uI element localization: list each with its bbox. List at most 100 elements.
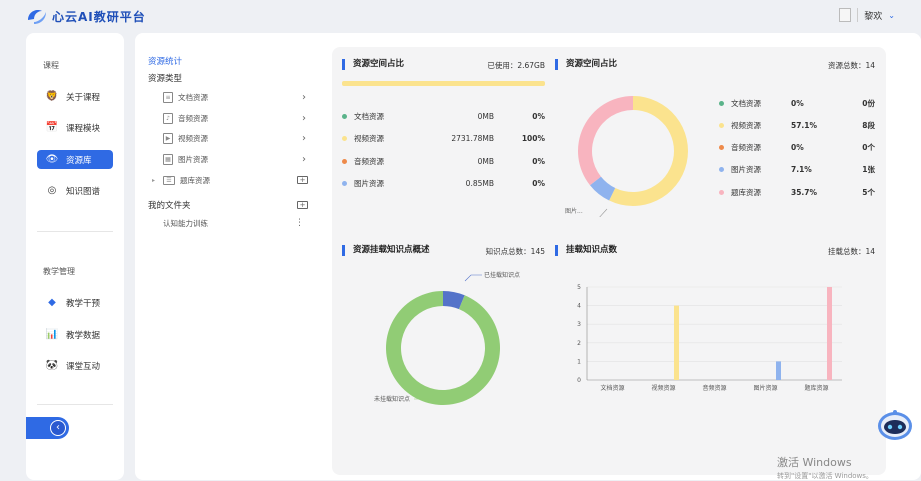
donut-slice[interactable]	[578, 96, 633, 186]
target-icon: ◎	[47, 185, 57, 196]
x-tick-label: 文档资源	[600, 384, 624, 392]
row-name: 题库资源	[731, 187, 761, 197]
row-size: 0MB	[477, 156, 494, 166]
section-title-teaching: 教学管理	[43, 267, 75, 276]
collapse-sidebar-button[interactable]: ‹	[26, 417, 69, 439]
bar[interactable]	[674, 305, 679, 380]
avatar[interactable]	[839, 8, 852, 22]
storage-progress-bar	[342, 81, 545, 86]
chevron-right-icon[interactable]: ›	[302, 113, 306, 124]
tree-item-label: 音频资源	[178, 113, 208, 123]
y-tick-label: 1	[577, 358, 581, 365]
bar[interactable]	[827, 287, 832, 380]
resource-legend-row: 音频资源 0% 0个	[719, 142, 875, 154]
row-pct: 0%	[532, 156, 545, 166]
mounted-label: 已挂载知识点	[484, 271, 520, 279]
chevron-right-icon[interactable]: ›	[302, 92, 306, 103]
row-size: 0MB	[477, 111, 494, 121]
audio-file-icon: ♪	[163, 112, 173, 124]
chevron-right-icon[interactable]: ›	[302, 133, 306, 144]
resource-donut-chart: 图片...	[565, 96, 688, 217]
user-name[interactable]: 黎欢	[864, 9, 882, 22]
storage-row: 文档资源 0MB 0%	[342, 110, 545, 122]
sidebar-item-knowledge-graph[interactable]: ◎ 知识图谱	[37, 181, 113, 200]
chevron-right-icon[interactable]: ›	[302, 154, 306, 165]
tree-item-audio[interactable]: ♪ 音频资源 ›	[148, 108, 308, 129]
row-pct: 0%	[532, 179, 545, 188]
resource-stats-link[interactable]: 资源统计	[148, 55, 308, 67]
tree-item-label: 图片资源	[178, 154, 208, 164]
x-tick-label: 题库资源	[804, 384, 828, 392]
ai-assistant-robot-icon[interactable]	[876, 408, 914, 442]
y-tick-label: 4	[577, 303, 581, 310]
app-logo[interactable]: 心云AI教研平台	[26, 6, 146, 26]
my-folder-heading[interactable]: 我的文件夹 +	[148, 194, 308, 215]
watermark-line1: 激活 Windows	[777, 456, 852, 469]
legend-dot	[719, 100, 724, 106]
row-count: 5个	[862, 187, 875, 197]
sidebar-item-label: 课堂互动	[66, 361, 101, 372]
tree-item-video[interactable]: ▶ 视频资源 ›	[148, 128, 308, 149]
unmounted-slice[interactable]	[386, 291, 500, 405]
mount-total-label: 挂载总数：14	[827, 247, 875, 256]
y-tick-label: 3	[577, 321, 581, 328]
sidebar-item-course-module[interactable]: 📅 课程模块	[37, 118, 113, 137]
divider	[857, 8, 859, 22]
callout-line	[464, 274, 482, 282]
sidebar-item-resource-library[interactable]: 👁 资源库	[37, 150, 113, 169]
sidebar-item-class-interaction[interactable]: 🐼 课堂互动	[37, 356, 113, 375]
row-name: 图片资源	[354, 179, 384, 188]
storage-share-card: 资源空间占比 已使用：2.67GB 文档资源 0MB 0% 视频资源 2731.78MB…	[342, 59, 545, 194]
bar[interactable]	[776, 361, 781, 380]
add-folder-icon[interactable]: +	[297, 176, 308, 185]
tree-item-label: 题库资源	[180, 175, 210, 185]
top-bar: 心云AI教研平台 黎欢 ⌄	[0, 0, 921, 34]
lion-icon: 🦁	[45, 91, 59, 102]
row-name: 音频资源	[354, 156, 384, 166]
tree-item-label: 视频资源	[178, 134, 208, 144]
row-count: 0份	[862, 98, 875, 108]
layers-icon: ◆	[48, 297, 56, 308]
image-file-icon: ▦	[163, 153, 173, 165]
chart-icon: 📊	[45, 329, 59, 340]
row-pct: 57.1%	[791, 120, 818, 130]
sidebar: 课程 🦁 关于课程 📅 课程模块 👁 资源库 ◎ 知识图谱 教学管理 ◆ 教学干…	[26, 33, 124, 480]
row-name: 文档资源	[731, 98, 761, 108]
callout-label: 图片...	[565, 207, 583, 215]
row-name: 音频资源	[731, 143, 761, 153]
user-menu[interactable]: 黎欢 ⌄	[839, 8, 895, 22]
sidebar-item-label: 课程模块	[66, 123, 101, 134]
legend-dot	[342, 136, 347, 141]
sidebar-item-label: 关于课程	[66, 92, 101, 103]
expand-icon[interactable]: ▸	[152, 177, 155, 184]
resource-type-heading: 资源类型	[148, 74, 183, 84]
chevron-down-icon[interactable]: ⌄	[888, 11, 895, 20]
more-icon[interactable]: ⋮	[295, 218, 304, 228]
sidebar-item-teaching-data[interactable]: 📊 教学数据	[37, 325, 113, 344]
sidebar-item-about-course[interactable]: 🦁 关于课程	[37, 87, 113, 106]
donut-slice[interactable]	[609, 96, 688, 206]
legend-dot	[719, 145, 724, 151]
card-title: 资源挂载知识点概述	[342, 245, 430, 256]
panda-icon: 🐼	[45, 360, 59, 371]
eye-icon: 👁	[45, 154, 59, 165]
row-pct: 100%	[521, 134, 545, 143]
tree-item-question-bank[interactable]: ▸ ☰ 题库资源 +	[148, 170, 308, 191]
resource-share-card: 资源空间占比 资源总数：14 图片... 文档资源 0% 0份 视频资源 57.1% 8段…	[555, 59, 875, 219]
resource-legend-row: 文档资源 0% 0份	[719, 97, 875, 109]
sidebar-divider	[37, 404, 113, 405]
sidebar-item-teaching-intervention[interactable]: ◆ 教学干预	[37, 293, 113, 312]
x-tick-label: 视频资源	[651, 384, 675, 392]
sidebar-divider	[37, 231, 113, 232]
add-folder-icon[interactable]: +	[297, 200, 308, 209]
tree-item-image[interactable]: ▦ 图片资源 ›	[148, 149, 308, 170]
card-title: 资源空间占比	[555, 59, 617, 70]
app-name: 心云AI教研平台	[52, 9, 146, 24]
my-folder-label: 我的文件夹	[148, 200, 191, 211]
logo-icon	[28, 10, 46, 24]
card-title: 挂载知识点数	[555, 245, 617, 256]
card-title: 资源空间占比	[342, 59, 404, 70]
tree-item-document[interactable]: ≡ 文档资源 ›	[148, 87, 308, 108]
folder-item[interactable]: 认知能力训练 ⋮	[148, 215, 308, 231]
mounted-knowledge-card: 挂载知识点数 挂载总数：14 0 1 2 3 4 5 文档资源 视频资源 音频资源 图片资源 题库资…	[555, 245, 875, 465]
